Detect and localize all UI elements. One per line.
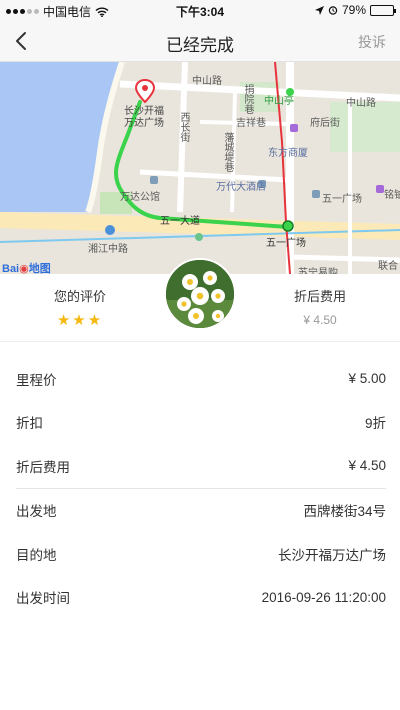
detail-row-departure-time: 出发时间 2016-09-26 11:20:00 <box>16 576 386 620</box>
map-label: 长沙开福 万达广场 <box>124 106 164 129</box>
map-label: 五一广场 <box>322 194 362 205</box>
detail-row-destination: 目的地 长沙开福万达广场 <box>16 532 386 576</box>
map-label: 万代大酒店 <box>216 182 266 193</box>
complaint-button[interactable]: 投诉 <box>358 32 386 52</box>
navigation-bar: 已经完成 投诉 <box>0 20 400 62</box>
your-rating-label: 您的评价 <box>53 289 106 304</box>
map-label: 联合 <box>378 261 398 272</box>
poi-icon <box>290 124 298 132</box>
detail-label: 折后费用 <box>16 459 70 475</box>
page-title: 已经完成 <box>166 36 234 55</box>
map-label: 西长街 <box>178 112 189 142</box>
map-canvas <box>0 62 400 274</box>
detail-label: 折扣 <box>16 416 43 432</box>
route-map[interactable]: 中山路 中山亭 中山路 捐院巷 府后街 吉祥巷 藩城堤巷 东方商厦 西长街 长沙… <box>0 62 400 274</box>
map-label: 吉祥巷 <box>236 118 266 129</box>
map-label: 中山亭 <box>264 96 294 107</box>
detail-value: 长沙开福万达广场 <box>278 547 386 563</box>
location-arrow-icon <box>314 5 324 15</box>
destination-pin-icon <box>134 78 156 104</box>
map-label: 东方商厦 <box>268 148 308 159</box>
rating-stars-icon: ★★★ <box>56 312 104 329</box>
detail-row-discount: 折扣 9折 <box>16 401 386 445</box>
detail-row-mileage: 里程价 ¥ 5.00 <box>16 357 386 401</box>
detail-label: 出发时间 <box>16 591 70 607</box>
poi-icon <box>150 176 158 184</box>
map-label: 五一大道 <box>160 216 200 227</box>
battery-percent: 79% <box>341 3 366 17</box>
map-label: 苏宁易购 <box>298 268 338 274</box>
status-right: 79% <box>314 3 396 17</box>
detail-value: ¥ 5.00 <box>348 371 386 387</box>
detail-value: 9折 <box>364 416 386 432</box>
map-label: 中山路 <box>192 76 222 87</box>
detail-row-origin: 出发地 西牌楼街34号 <box>16 489 386 533</box>
driver-avatar[interactable] <box>164 258 236 330</box>
poi-icon <box>376 185 384 193</box>
after-discount-value: ¥ 4.50 <box>303 313 337 327</box>
detail-value: 西牌楼街34号 <box>303 504 386 520</box>
map-label: 五一广场 <box>266 238 306 249</box>
map-label: 藩城堤巷 <box>222 132 233 172</box>
map-label: 府后街 <box>310 118 340 129</box>
map-label: 湘江中路 <box>88 244 128 255</box>
status-bar: 中国电信 下午3:04 79% <box>0 0 400 20</box>
map-label: 中山路 <box>346 98 376 109</box>
bus-stop-icon <box>105 225 115 235</box>
battery-icon <box>370 4 396 16</box>
park-block <box>330 102 400 152</box>
map-label: 万达公馆 <box>120 192 160 203</box>
detail-label: 出发地 <box>16 504 57 520</box>
fare-details: 里程价 ¥ 5.00 折扣 9折 折后费用 ¥ 4.50 出发地 西牌楼街34号… <box>16 357 386 619</box>
baidu-logo: Bai◉地图 <box>2 263 51 274</box>
detail-label: 目的地 <box>16 547 57 563</box>
alarm-icon <box>328 6 338 15</box>
your-rating-block: 您的评价 ★★★ <box>10 286 150 329</box>
detail-value: ¥ 4.50 <box>348 458 386 474</box>
road-small <box>139 169 291 183</box>
route-start-icon <box>282 220 294 232</box>
detail-value: 2016-09-26 11:20:00 <box>261 589 386 605</box>
map-label: 铭铂 <box>384 190 400 201</box>
detail-label: 里程价 <box>16 372 57 388</box>
bus-stop-icon <box>195 233 203 241</box>
poi-icon <box>312 190 320 198</box>
after-discount-block: 折后费用 ¥ 4.50 <box>250 286 390 327</box>
map-label: 捐院巷 <box>242 84 253 114</box>
detail-row-after-discount: 折后费用 ¥ 4.50 <box>16 444 386 488</box>
after-discount-label: 折后费用 <box>293 289 346 304</box>
